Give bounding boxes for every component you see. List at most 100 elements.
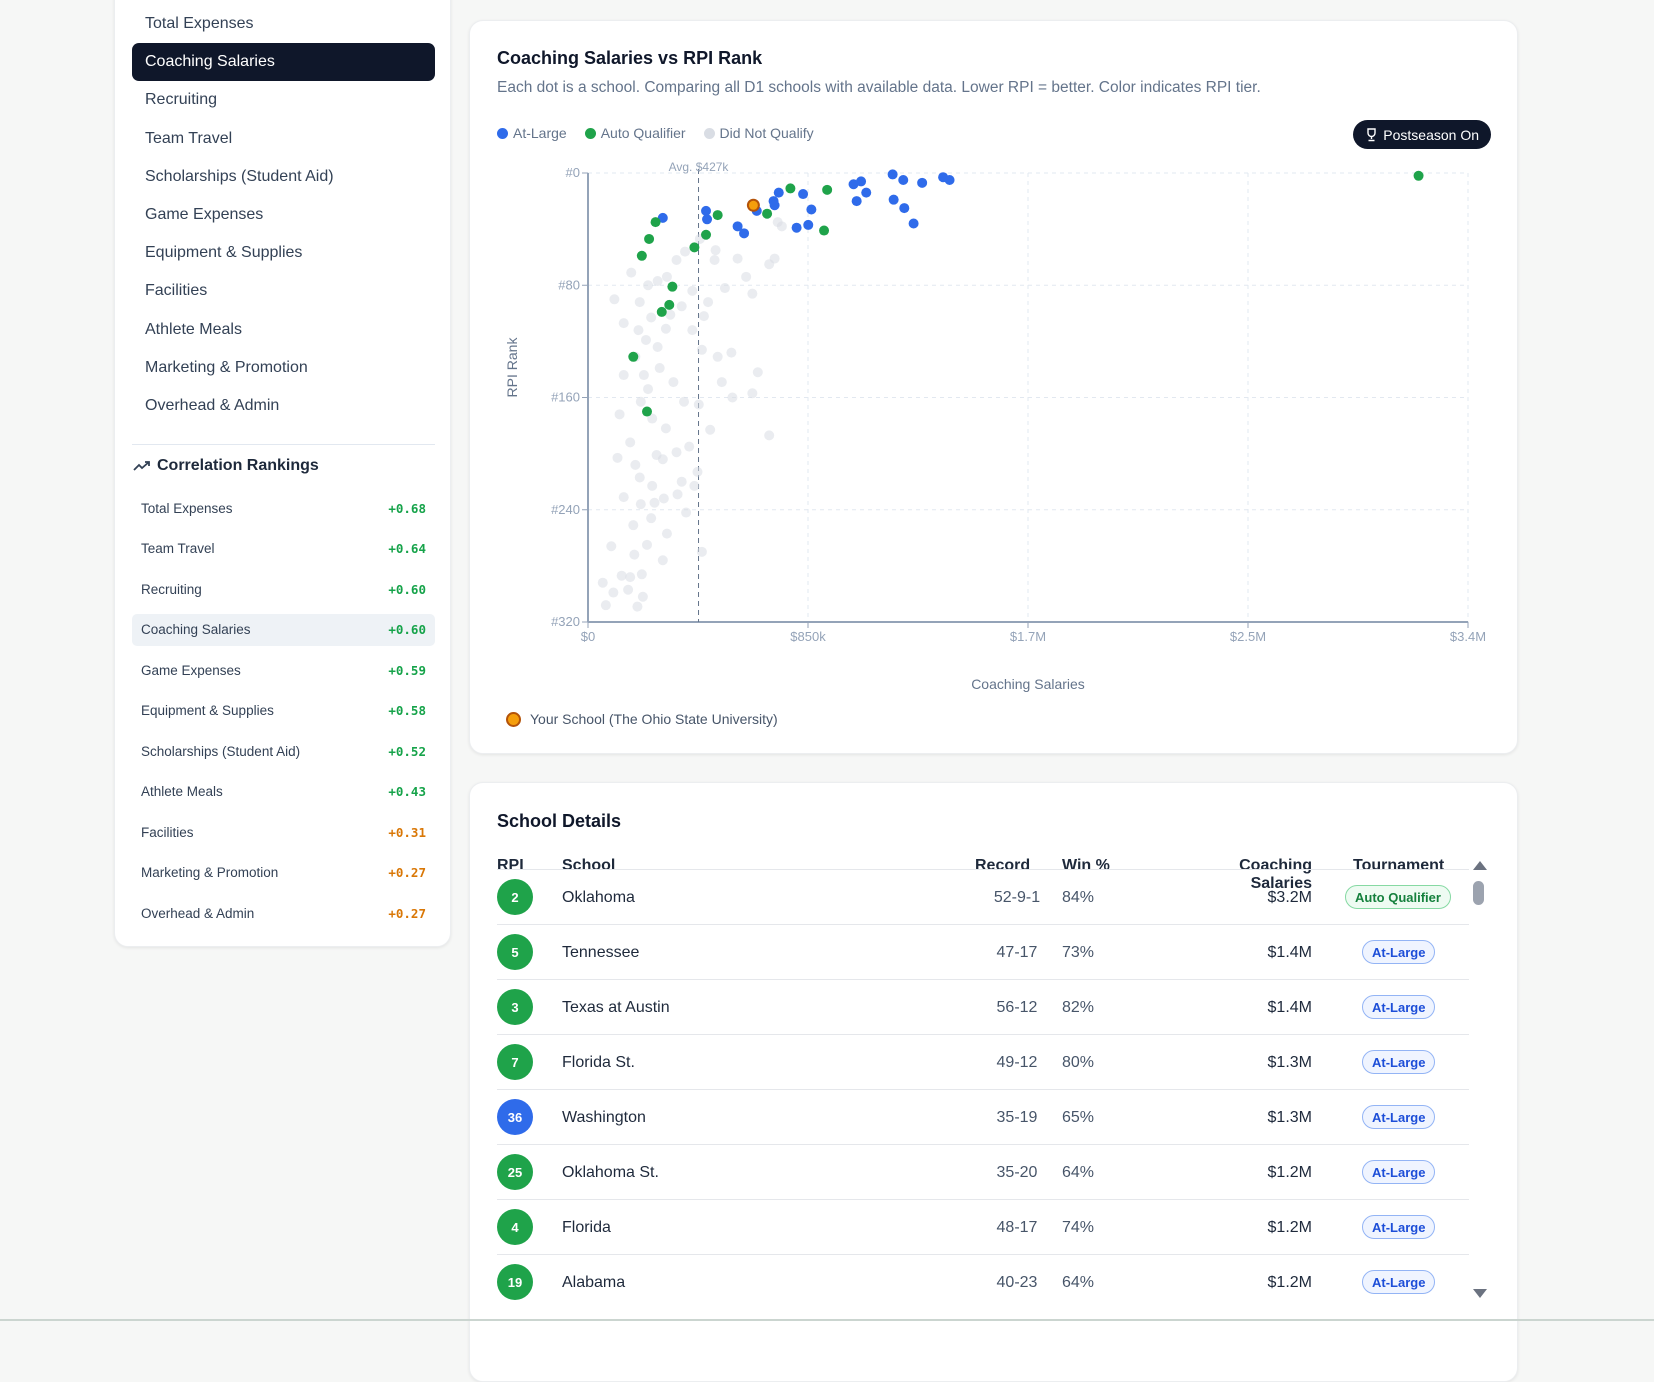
table-row[interactable]: 36 Washington 35-19 65% $1.3M At-Large: [497, 1089, 1469, 1144]
correlation-value: +0.60: [388, 581, 426, 597]
sidebar-item-facilities[interactable]: Facilities: [132, 272, 435, 310]
y-tick-label: #240: [551, 502, 580, 517]
dnq-point: [625, 572, 636, 583]
record: 49-12: [996, 1053, 1038, 1071]
correlation-row[interactable]: Equipment & Supplies +0.58: [132, 695, 435, 727]
correlation-row[interactable]: Athlete Meals +0.43: [132, 776, 435, 808]
auto-qualifier-point: [822, 184, 833, 195]
correlation-row[interactable]: Facilities +0.31: [132, 816, 435, 848]
sidebar-item-scholarships-student-aid[interactable]: Scholarships (Student Aid): [132, 158, 435, 196]
scroll-down-arrow[interactable]: [1473, 1289, 1487, 1298]
table-row[interactable]: 5 Tennessee 47-17 73% $1.4M At-Large: [497, 924, 1469, 979]
auto-qualifier-point: [667, 281, 678, 292]
win-pct: 74%: [1062, 1218, 1095, 1236]
coaching-salary: $1.2M: [1267, 1273, 1312, 1291]
dnq-point: [696, 344, 707, 355]
table-row[interactable]: 2 Oklahoma 52-9-1 84% $3.2M Auto Qualifi…: [497, 869, 1469, 924]
at-large-point: [803, 219, 814, 230]
correlation-row[interactable]: Marketing & Promotion +0.27: [132, 857, 435, 889]
correlation-row[interactable]: Team Travel +0.64: [132, 533, 435, 565]
coaching-salary: $1.2M: [1267, 1163, 1312, 1181]
scrollbar-thumb[interactable]: [1473, 881, 1484, 905]
table-row[interactable]: 3 Texas at Austin 56-12 82% $1.4M At-Lar…: [497, 979, 1469, 1034]
correlation-label: Recruiting: [141, 581, 202, 597]
table-row[interactable]: 4 Florida 48-17 74% $1.2M At-Large: [497, 1199, 1469, 1254]
dnq-point: [689, 480, 700, 491]
correlation-label: Scholarships (Student Aid): [141, 743, 301, 759]
table-row[interactable]: 7 Florida St. 49-12 80% $1.3M At-Large: [497, 1034, 1469, 1089]
average-line-label: Avg. $427k: [669, 160, 730, 174]
dnq-point: [654, 363, 665, 374]
dnq-point: [661, 528, 672, 539]
sidebar-item-game-expenses[interactable]: Game Expenses: [132, 196, 435, 234]
correlation-row[interactable]: Coaching Salaries +0.60: [132, 613, 435, 646]
auto-qualifier-point: [664, 299, 675, 310]
auto-qualifier-point: [819, 225, 830, 236]
dnq-point: [719, 283, 730, 294]
dnq-point: [679, 396, 690, 407]
dnq-point: [637, 591, 648, 602]
record: 40-23: [996, 1273, 1038, 1291]
correlation-row[interactable]: Scholarships (Student Aid) +0.52: [132, 735, 435, 767]
dnq-point: [600, 600, 611, 611]
sidebar-item-athlete-meals[interactable]: Athlete Meals: [132, 311, 435, 349]
auto-qualifier-point: [701, 229, 712, 240]
y-tick-label: #80: [558, 277, 580, 292]
correlation-label: Game Expenses: [141, 662, 241, 678]
dnq-point: [626, 267, 637, 278]
correlation-row[interactable]: Recruiting +0.60: [132, 573, 435, 605]
dnq-point: [687, 325, 698, 336]
divider: [132, 444, 435, 445]
correlation-row[interactable]: Game Expenses +0.59: [132, 654, 435, 686]
table-row[interactable]: 19 Alabama 40-23 64% $1.2M At-Large: [497, 1254, 1469, 1309]
school-name: Oklahoma: [562, 888, 635, 906]
x-axis-label: Coaching Salaries: [971, 676, 1085, 692]
sidebar-item-coaching-salaries[interactable]: Coaching Salaries: [132, 43, 435, 82]
dnq-point: [693, 399, 704, 410]
coaching-salary: $1.3M: [1267, 1108, 1312, 1126]
record: 35-19: [996, 1108, 1038, 1126]
sidebar-item-overhead-admin[interactable]: Overhead & Admin: [132, 387, 435, 425]
dnq-point: [776, 221, 787, 232]
rpi-badge: 19: [497, 1264, 533, 1300]
at-large-point: [888, 194, 899, 205]
correlation-row[interactable]: Total Expenses +0.68: [132, 492, 435, 524]
scroll-up-arrow[interactable]: [1473, 861, 1487, 870]
win-pct: 64%: [1062, 1273, 1095, 1291]
scatter-plot: #0 #80 #160 #240 #320$0 $850k $1.7M $2.5M $3.4M A…: [504, 160, 1486, 692]
school-name: Tennessee: [562, 943, 640, 961]
table-row[interactable]: 25 Oklahoma St. 35-20 64% $1.2M At-Large: [497, 1144, 1469, 1199]
x-tick-label: $850k: [790, 629, 826, 644]
coaching-salary: $1.4M: [1267, 998, 1312, 1016]
dnq-point: [633, 325, 644, 336]
dnq-point: [705, 424, 716, 435]
dnq-point: [643, 384, 654, 395]
correlation-label: Overhead & Admin: [141, 905, 255, 921]
sidebar-item-total-expenses[interactable]: Total Expenses: [132, 5, 435, 43]
sidebar-item-team-travel[interactable]: Team Travel: [132, 120, 435, 158]
dnq-point: [618, 318, 629, 329]
sidebar-item-equipment-supplies[interactable]: Equipment & Supplies: [132, 234, 435, 272]
dnq-point: [684, 441, 695, 452]
correlation-label: Equipment & Supplies: [141, 703, 274, 718]
correlation-label: Athlete Meals: [141, 784, 223, 799]
record: 48-17: [996, 1218, 1038, 1236]
at-large-point: [773, 187, 784, 198]
rpi-badge: 5: [497, 934, 533, 970]
sidebar-item-recruiting[interactable]: Recruiting: [132, 81, 435, 119]
correlation-row[interactable]: Overhead & Admin +0.27: [132, 897, 435, 929]
dnq-point: [703, 297, 714, 308]
dnq-point: [618, 370, 629, 381]
school-name: Alabama: [562, 1273, 626, 1291]
auto-qualifier-point: [712, 210, 723, 221]
correlation-value: +0.27: [388, 905, 426, 921]
school-name: Florida: [562, 1218, 611, 1236]
sidebar-item-marketing-promotion[interactable]: Marketing & Promotion: [132, 349, 435, 387]
rpi-badge: 36: [497, 1099, 533, 1135]
x-tick-label: $2.5M: [1230, 629, 1266, 644]
auto-qualifier-point: [650, 217, 661, 228]
win-pct: 82%: [1062, 998, 1095, 1016]
sidebar: Total Expenses Coaching Salaries Recruitin…: [114, 0, 451, 947]
at-large-point: [806, 204, 817, 215]
dnq-point: [741, 271, 752, 282]
